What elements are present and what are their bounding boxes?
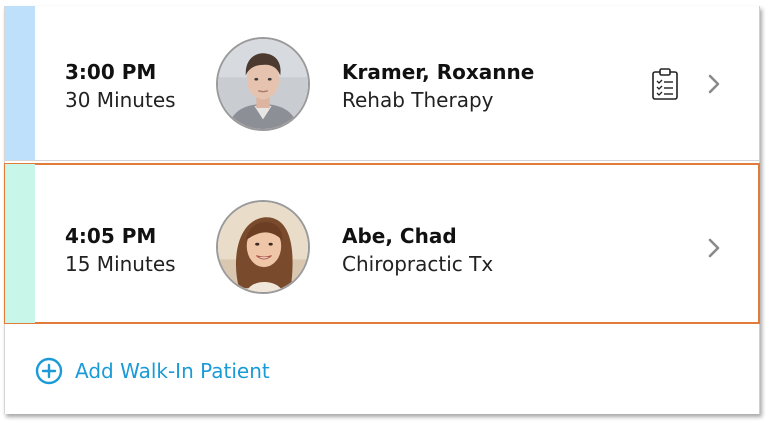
service-type: Chiropractic Tx	[342, 252, 494, 276]
time-block: 4:05 PM 15 Minutes	[65, 222, 176, 278]
row-accent-bar	[5, 6, 35, 160]
appointment-duration: 15 Minutes	[65, 252, 176, 276]
patient-name: Abe, Chad	[342, 224, 457, 248]
appointment-time: 3:00 PM	[65, 60, 157, 84]
row-accent-bar	[5, 164, 35, 323]
appointment-list-card: 3:00 PM 30 Minutes Kramer, Roxanne Rehab…	[4, 6, 760, 414]
appointment-row[interactable]: 4:05 PM 15 Minutes Abe, Chad Chiropracti…	[4, 163, 760, 324]
patient-name: Kramer, Roxanne	[342, 60, 535, 84]
clipboard-icon[interactable]	[652, 68, 678, 100]
appointment-row[interactable]: 3:00 PM 30 Minutes Kramer, Roxanne Rehab…	[5, 6, 759, 161]
service-type: Rehab Therapy	[342, 88, 494, 112]
plus-circle-icon	[35, 357, 63, 385]
avatar-photo-man-icon	[218, 39, 308, 129]
patient-avatar	[216, 200, 310, 294]
chevron-right-icon[interactable]	[705, 72, 723, 96]
appointment-duration: 30 Minutes	[65, 88, 176, 112]
patient-avatar	[216, 37, 310, 131]
add-walkin-button[interactable]: Add Walk-In Patient	[35, 356, 270, 386]
add-walkin-label: Add Walk-In Patient	[75, 359, 270, 383]
chevron-right-icon[interactable]	[705, 236, 723, 260]
patient-block: Abe, Chad Chiropractic Tx	[342, 222, 493, 278]
avatar-photo-woman-icon	[218, 202, 308, 292]
time-block: 3:00 PM 30 Minutes	[65, 58, 176, 114]
patient-block: Kramer, Roxanne Rehab Therapy	[342, 58, 534, 114]
appointment-time: 4:05 PM	[65, 224, 157, 248]
